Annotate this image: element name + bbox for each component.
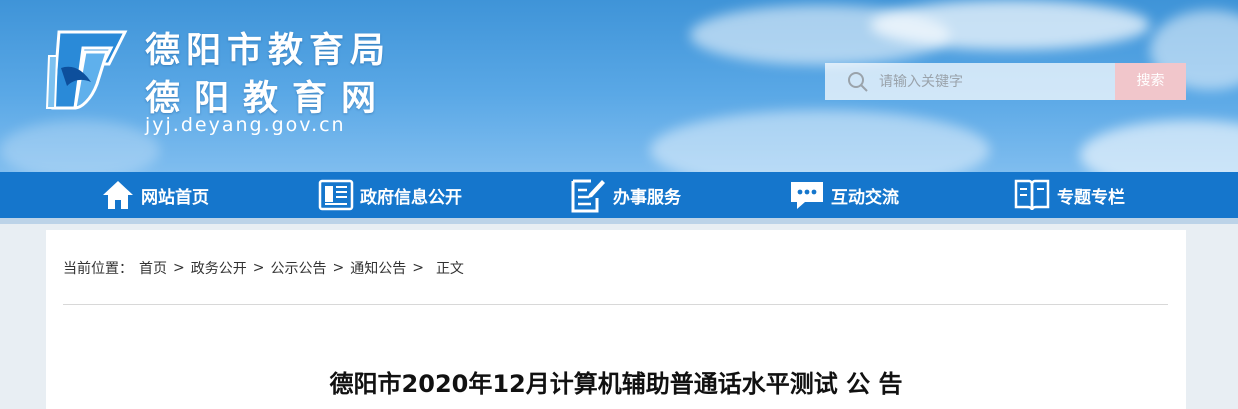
breadcrumb-separator: > <box>252 260 265 276</box>
main-content: 当前位置： 首页 > 政务公开 > 公示公告 > 通知公告 > 正文 德阳市20… <box>46 230 1186 409</box>
breadcrumb: 当前位置： 首页 > 政务公开 > 公示公告 > 通知公告 > 正文 <box>63 258 464 278</box>
breadcrumb-separator: > <box>332 260 345 276</box>
breadcrumb-separator: > <box>173 260 185 276</box>
site-header: 德阳市教育局 德阳教育网 jyj.deyang.gov.cn 搜索 <box>0 0 1238 172</box>
breadcrumb-prefix: 当前位置： <box>63 261 133 277</box>
article-title: 德阳市2020年12月计算机辅助普通话水平测试 公 告 <box>329 370 903 398</box>
edit-document-icon <box>571 179 605 213</box>
breadcrumb-item-gov-affairs[interactable]: 政务公开 <box>191 258 247 278</box>
nav-item-label: 网站首页 <box>141 187 209 208</box>
site-title-line1: 德阳市教育局 <box>145 31 392 71</box>
nav-item-services[interactable]: 办事服务 <box>569 172 681 218</box>
nav-item-home[interactable]: 网站首页 <box>101 172 209 218</box>
site-url: jyj.deyang.gov.cn <box>145 114 346 136</box>
breadcrumb-divider <box>63 304 1168 305</box>
search-icon <box>848 71 868 92</box>
main-nav: 网站首页 政府信息公开 办事服务 互动交流 专题专栏 <box>0 172 1238 224</box>
breadcrumb-item-notices[interactable]: 通知公告 <box>350 258 406 278</box>
newspaper-icon <box>318 179 354 211</box>
nav-item-interaction[interactable]: 互动交流 <box>789 172 899 218</box>
site-logo-icon[interactable] <box>45 28 129 112</box>
home-icon <box>103 181 133 209</box>
nav-item-gov-info[interactable]: 政府信息公开 <box>318 172 462 218</box>
search-box <box>825 63 1115 100</box>
nav-item-label: 专题专栏 <box>1057 187 1125 208</box>
breadcrumb-separator: > <box>412 260 424 276</box>
nav-item-label: 办事服务 <box>613 187 681 208</box>
breadcrumb-item-home[interactable]: 首页 <box>139 258 167 278</box>
book-icon <box>1014 179 1050 211</box>
breadcrumb-item-announcements[interactable]: 公示公告 <box>270 258 326 278</box>
nav-item-label: 互动交流 <box>831 187 899 208</box>
nav-item-special[interactable]: 专题专栏 <box>1013 172 1125 218</box>
chat-icon <box>791 182 823 209</box>
breadcrumb-item-current: 正文 <box>435 261 464 277</box>
nav-item-label: 政府信息公开 <box>360 187 462 208</box>
search-input[interactable] <box>879 73 1099 90</box>
search-button[interactable]: 搜索 <box>1115 63 1186 100</box>
